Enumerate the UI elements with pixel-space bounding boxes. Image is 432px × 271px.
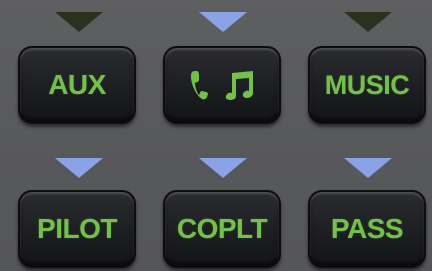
phone-icon	[189, 69, 209, 101]
coplt-indicator-icon	[199, 158, 247, 178]
aux-button-label: AUX	[48, 69, 106, 100]
music-button[interactable]: MUSIC	[308, 46, 426, 124]
phone-music-indicator-icon	[199, 12, 247, 32]
aux-indicator-icon	[55, 12, 103, 32]
music-button-label: MUSIC	[324, 69, 410, 100]
music-note-icon	[223, 69, 255, 101]
coplt-button-label: COPLT	[176, 213, 268, 244]
pass-indicator-icon	[344, 158, 392, 178]
pass-button-label: PASS	[330, 213, 404, 244]
pilot-indicator-icon	[55, 158, 103, 178]
pass-button[interactable]: PASS	[308, 190, 426, 268]
aux-button[interactable]: AUX	[18, 46, 136, 124]
pilot-button[interactable]: PILOT	[18, 190, 136, 268]
pilot-button-label: PILOT	[37, 213, 117, 244]
audio-control-panel: AUX MUSIC PILOT COPLT PASS	[0, 0, 432, 271]
music-indicator-icon	[344, 12, 392, 32]
phone-music-button[interactable]	[163, 46, 281, 124]
coplt-button[interactable]: COPLT	[163, 190, 281, 268]
